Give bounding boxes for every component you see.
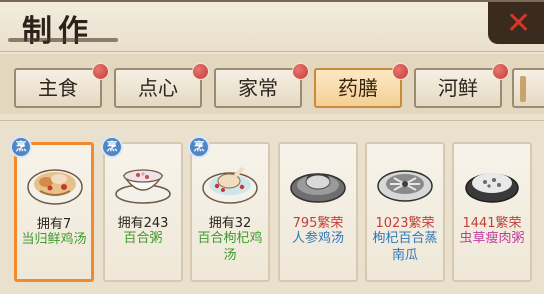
- owned-count: 拥有7: [36, 217, 72, 232]
- cook-badge-icon: 烹: [10, 136, 32, 158]
- recipe-name: 枸杞百合蒸南瓜: [372, 231, 438, 263]
- notification-dot-icon: [392, 63, 409, 80]
- notification-dot-icon: [92, 63, 109, 80]
- notification-dot-icon: [492, 63, 509, 80]
- crafting-panel: 制作 ✕ 主食 点心 家常 药膳 河鲜 拥有7 当归鲜鸡汤 烹 拥有243 百合…: [0, 0, 544, 294]
- cook-badge-icon: 烹: [188, 136, 210, 158]
- recipe-card-lily-goji-chicken-soup[interactable]: 拥有32 百合枸杞鸡汤: [190, 142, 270, 282]
- recipe-name: 虫草瘦肉粥: [459, 231, 525, 246]
- prosperity-cost: 1023繁荣: [375, 216, 435, 231]
- recipe-name: 人参鸡汤: [291, 231, 344, 246]
- prosperity-cost: 1441繁荣: [462, 216, 522, 231]
- cook-badge-icon: 烹: [101, 136, 123, 158]
- close-icon: ✕: [506, 6, 532, 41]
- ginseng-chicken-soup-icon: [290, 173, 346, 203]
- recipe-name: 百合粥: [123, 231, 163, 246]
- tab-next-partial[interactable]: [512, 68, 544, 108]
- recipe-card-lily-porridge[interactable]: 拥有243 百合粥: [103, 142, 183, 282]
- recipe-name: 百合枸杞鸡汤: [197, 231, 263, 263]
- recipe-card-ginseng-chicken-soup[interactable]: 795繁荣 人参鸡汤: [278, 142, 358, 282]
- title-underline: [8, 38, 118, 42]
- notification-dot-icon: [192, 63, 209, 80]
- owned-count: 拥有243: [117, 216, 169, 231]
- steamed-pumpkin-icon: [377, 170, 433, 202]
- recipe-card-cordyceps-porridge[interactable]: 1441繁荣 虫草瘦肉粥: [452, 142, 532, 282]
- goji-chicken-soup-icon: [202, 166, 258, 204]
- prosperity-cost: 795繁荣: [292, 216, 344, 231]
- chicken-soup-icon: [27, 169, 83, 205]
- tab-river-fresh[interactable]: 河鲜: [414, 68, 502, 108]
- cordyceps-porridge-icon: [465, 173, 519, 203]
- recipe-card-danggui-chicken-soup[interactable]: 拥有7 当归鲜鸡汤: [14, 142, 94, 282]
- lily-porridge-icon: [115, 169, 171, 204]
- close-button[interactable]: ✕: [488, 2, 544, 44]
- recipe-card-steamed-pumpkin[interactable]: 1023繁荣 枸杞百合蒸南瓜: [365, 142, 445, 282]
- tab-home-style[interactable]: 家常: [214, 68, 302, 108]
- panel-title: 制作: [22, 14, 94, 49]
- recipe-name: 当归鲜鸡汤: [21, 232, 87, 247]
- owned-count: 拥有32: [208, 216, 252, 231]
- tab-medicinal[interactable]: 药膳: [314, 68, 402, 108]
- notification-dot-icon: [292, 63, 309, 80]
- tab-snacks[interactable]: 点心: [114, 68, 202, 108]
- tab-staple[interactable]: 主食: [14, 68, 102, 108]
